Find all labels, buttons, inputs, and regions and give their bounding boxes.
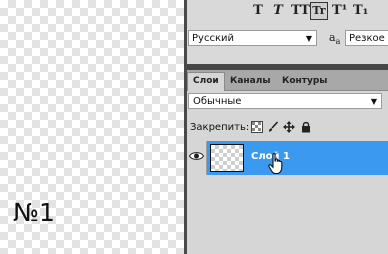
lock-position-move-icon[interactable] [283, 121, 295, 133]
layer-row[interactable]: Слой 1 [187, 141, 388, 175]
tab-paths[interactable]: Контуры [277, 73, 332, 90]
eye-icon [189, 152, 204, 160]
lock-all-icon[interactable] [300, 121, 312, 133]
subscript-button[interactable]: T₁ [353, 3, 368, 19]
anti-alias-icon: aa [329, 31, 341, 47]
faux-bold-button[interactable]: T [251, 3, 265, 19]
hand-cursor-icon [268, 153, 283, 175]
transparent-canvas[interactable]: №1 [0, 0, 184, 254]
blend-mode-select[interactable]: Обычные ▼ [188, 93, 382, 109]
lock-label: Закрепить: [190, 122, 250, 133]
all-caps-button[interactable]: TT [291, 3, 310, 19]
layers-empty-area [187, 175, 388, 254]
small-caps-button[interactable]: Tr [310, 2, 328, 20]
language-value: Русский [192, 33, 234, 44]
chevron-down-icon: ▼ [370, 97, 377, 106]
layers-tab-bar: Слои Каналы Контуры [187, 70, 388, 91]
language-select[interactable]: Русский ▼ [188, 30, 317, 46]
tab-channels[interactable]: Каналы [225, 73, 275, 90]
layer-thumbnail [210, 144, 244, 172]
visibility-toggle[interactable] [187, 141, 207, 175]
character-panel: T T TT Tr T¹ T₁ Русский ▼ aa Резкое [187, 0, 388, 64]
anti-alias-select[interactable]: Резкое [345, 30, 388, 46]
faux-italic-button[interactable]: T [271, 3, 285, 19]
lock-row: Закрепить: [187, 113, 388, 142]
selected-layer-highlight[interactable]: Слой 1 [207, 141, 388, 175]
lock-pixels-brush-icon[interactable] [267, 121, 279, 133]
tab-layers[interactable]: Слои [187, 72, 225, 91]
chevron-down-icon: ▼ [305, 34, 312, 43]
lock-transparency-icon[interactable] [251, 121, 263, 133]
canvas-label: №1 [13, 198, 55, 227]
superscript-button[interactable]: T¹ [332, 3, 347, 19]
right-panel: T T TT Tr T¹ T₁ Русский ▼ aa Резкое Слои… [187, 0, 388, 254]
blend-mode-value: Обычные [193, 96, 242, 107]
